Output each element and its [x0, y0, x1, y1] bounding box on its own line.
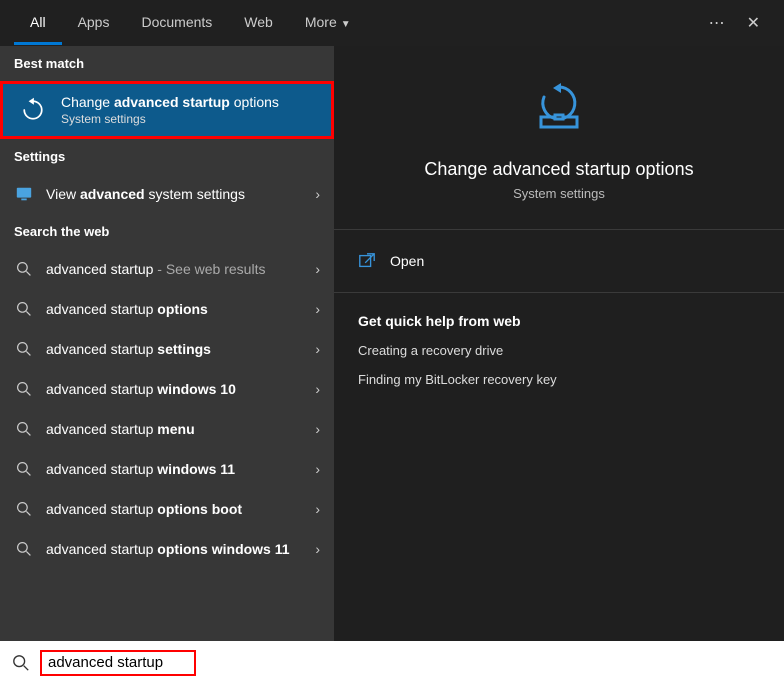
- search-icon: [14, 499, 34, 519]
- restart-icon: [17, 94, 49, 126]
- restart-large-icon: [527, 77, 591, 141]
- chevron-right-icon: ›: [315, 301, 320, 317]
- tab-more[interactable]: More▼: [289, 2, 367, 45]
- web-result-label: advanced startup options windows 11: [46, 541, 315, 557]
- search-input-highlight: [40, 650, 196, 676]
- settings-result[interactable]: View advanced system settings ›: [0, 174, 334, 214]
- best-match-result[interactable]: Change advanced startup options System s…: [0, 81, 334, 139]
- help-link-bitlocker[interactable]: Finding my BitLocker recovery key: [358, 372, 760, 387]
- open-label: Open: [390, 253, 424, 269]
- search-icon: [14, 459, 34, 479]
- web-result[interactable]: advanced startup options›: [0, 289, 334, 329]
- open-icon: [358, 252, 376, 270]
- web-result[interactable]: advanced startup options boot›: [0, 489, 334, 529]
- chevron-down-icon: ▼: [341, 19, 351, 30]
- section-best-match: Best match: [0, 46, 334, 81]
- search-bar: [0, 641, 784, 685]
- chevron-right-icon: ›: [315, 341, 320, 357]
- tab-documents[interactable]: Documents: [125, 2, 228, 45]
- search-icon: [14, 339, 34, 359]
- web-result-label: advanced startup settings: [46, 341, 315, 357]
- web-result-label: advanced startup menu: [46, 421, 315, 437]
- chevron-right-icon: ›: [315, 421, 320, 437]
- web-result-label: advanced startup options: [46, 301, 315, 317]
- monitor-icon: [14, 184, 34, 204]
- divider: [334, 229, 784, 230]
- web-result[interactable]: advanced startup options windows 11›: [0, 529, 334, 569]
- open-button[interactable]: Open: [334, 238, 784, 284]
- search-icon: [14, 299, 34, 319]
- preview-subtitle: System settings: [513, 186, 605, 201]
- preview-pane: Change advanced startup options System s…: [334, 46, 784, 641]
- web-result-label: advanced startup options boot: [46, 501, 315, 517]
- divider: [334, 292, 784, 293]
- search-icon: [14, 379, 34, 399]
- chevron-right-icon: ›: [315, 541, 320, 557]
- search-icon: [14, 419, 34, 439]
- best-match-title: Change advanced startup options: [61, 94, 317, 110]
- search-icon: [12, 654, 30, 672]
- chevron-right-icon: ›: [315, 381, 320, 397]
- web-result[interactable]: advanced startup settings›: [0, 329, 334, 369]
- web-result[interactable]: advanced startup windows 10›: [0, 369, 334, 409]
- web-result-label: advanced startup windows 10: [46, 381, 315, 397]
- help-link-recovery-drive[interactable]: Creating a recovery drive: [358, 343, 760, 358]
- best-match-subtitle: System settings: [61, 112, 317, 126]
- filter-tabs: All Apps Documents Web More▼: [14, 2, 367, 45]
- web-result-label: advanced startup - See web results: [46, 261, 315, 277]
- search-input[interactable]: [48, 654, 188, 671]
- settings-result-label: View advanced system settings: [46, 186, 315, 202]
- tab-apps[interactable]: Apps: [62, 2, 126, 45]
- tab-web[interactable]: Web: [228, 2, 289, 45]
- search-icon: [14, 539, 34, 559]
- close-icon[interactable]: ✕: [747, 13, 760, 33]
- search-icon: [14, 259, 34, 279]
- section-settings: Settings: [0, 139, 334, 174]
- more-options-icon[interactable]: ⋯: [709, 13, 727, 33]
- web-result[interactable]: advanced startup - See web results›: [0, 249, 334, 289]
- chevron-right-icon: ›: [315, 501, 320, 517]
- web-result[interactable]: advanced startup menu›: [0, 409, 334, 449]
- tab-all[interactable]: All: [14, 2, 62, 45]
- chevron-right-icon: ›: [315, 461, 320, 477]
- top-bar: All Apps Documents Web More▼ ⋯ ✕: [0, 0, 784, 46]
- web-result[interactable]: advanced startup windows 11›: [0, 449, 334, 489]
- help-header: Get quick help from web: [358, 313, 760, 329]
- chevron-right-icon: ›: [315, 186, 320, 202]
- chevron-right-icon: ›: [315, 261, 320, 277]
- preview-title: Change advanced startup options: [424, 159, 693, 180]
- web-result-label: advanced startup windows 11: [46, 461, 315, 477]
- results-pane: Best match Change advanced startup optio…: [0, 46, 334, 641]
- section-search-web: Search the web: [0, 214, 334, 249]
